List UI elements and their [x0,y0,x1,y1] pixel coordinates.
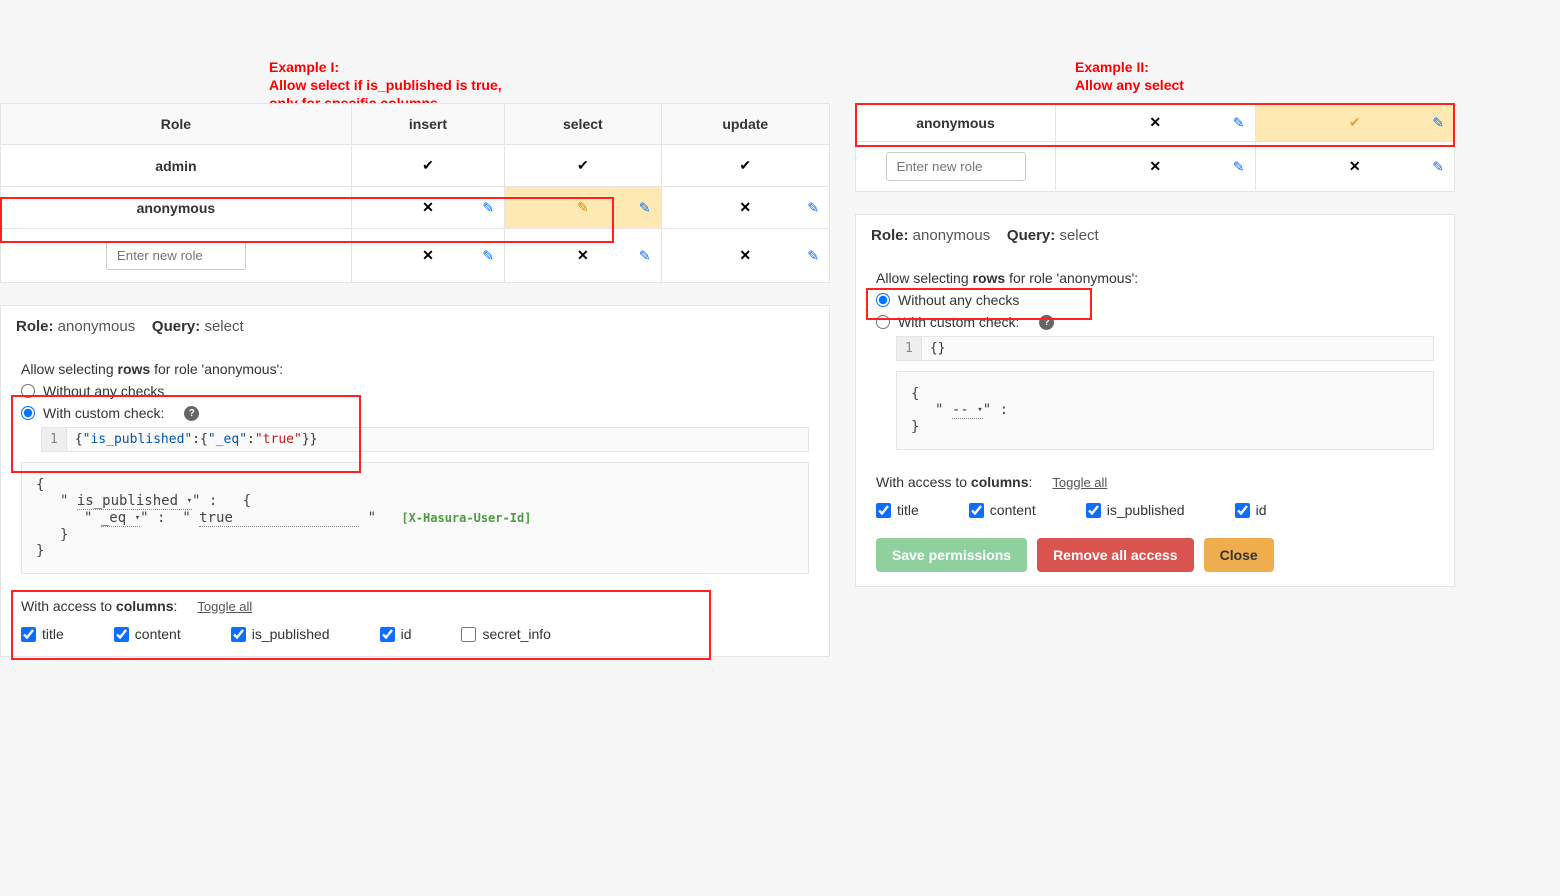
checkbox-id[interactable] [1235,503,1250,518]
permission-section: Role: anonymous Query: select Allow sele… [855,214,1455,587]
cross-icon: ✕ [739,199,751,215]
check-icon: ✔ [422,157,434,173]
perm-cell[interactable]: ✔ [661,145,829,187]
annotation-text: Example II: [1075,58,1184,76]
perm-cell[interactable]: ✔ [351,145,504,187]
checkbox-title[interactable] [876,503,891,518]
toggle-all-link[interactable]: Toggle all [1052,475,1107,490]
col-role: Role [1,104,352,145]
save-button[interactable]: Save permissions [876,538,1027,572]
pencil-icon[interactable]: ✎ [807,199,819,216]
role-admin: admin [1,145,352,187]
highlight-box [855,103,1455,147]
col-label: title [897,502,919,518]
annotation-text: Allow any select [1075,76,1184,94]
new-role-cell [856,142,1056,192]
col-update: update [661,104,829,145]
action-buttons: Save permissions Remove all access Close [876,538,1434,572]
code-content: {} [922,337,954,360]
columns-header: With access to columns: Toggle all [876,474,1434,490]
checkbox-is-published[interactable] [1086,503,1101,518]
query-builder[interactable]: { " --" : } [896,371,1434,450]
col-label: content [990,502,1036,518]
operator-dropdown[interactable]: _eq [101,510,140,527]
col-insert: insert [351,104,504,145]
highlight-box [0,197,614,243]
annotation-text: Example I: [269,58,502,76]
cross-icon: ✕ [577,247,589,263]
perm-cell[interactable]: ✕✎ [661,229,829,283]
section-header: Role: anonymous Query: select [856,215,1454,256]
check-icon: ✔ [577,157,589,173]
table-row: admin ✔ ✔ ✔ [1,145,830,187]
table-row: ✕✎ ✕✎ [856,142,1455,192]
check-icon: ✔ [739,157,751,173]
remove-button[interactable]: Remove all access [1037,538,1194,572]
perm-cell[interactable]: ✕✎ [1255,142,1455,192]
cross-icon: ✕ [1149,158,1161,174]
pencil-icon[interactable]: ✎ [482,247,494,264]
pencil-icon[interactable]: ✎ [639,247,651,264]
highlight-box [866,288,1092,320]
value-input[interactable]: true [199,510,359,527]
permission-section: Role: anonymous Query: select Allow sele… [0,305,830,657]
pencil-icon[interactable]: ✎ [807,247,819,264]
annotation-text: Allow select if is_published is true, [269,76,502,94]
columns-list: title content is_published id [876,502,1434,518]
allow-text: Allow selecting rows for role 'anonymous… [21,361,809,377]
cross-icon: ✕ [1349,158,1361,174]
field-dropdown[interactable]: -- [952,402,983,419]
new-role-input[interactable] [106,241,246,270]
pencil-icon[interactable]: ✎ [1432,158,1444,175]
allow-text: Allow selecting rows for role 'anonymous… [876,270,1434,286]
perm-cell[interactable]: ✕✎ [1056,142,1256,192]
new-role-input[interactable] [886,152,1026,181]
code-lineno: 1 [897,337,922,360]
highlight-box [11,590,711,660]
field-dropdown[interactable]: is_published [77,493,192,510]
section-header: Role: anonymous Query: select [1,306,829,347]
highlight-box [11,395,361,473]
perm-cell[interactable]: ✕✎ [661,187,829,229]
col-label: id [1256,502,1267,518]
col-label: is_published [1107,502,1185,518]
permissions-table-left: Role insert select update admin ✔ ✔ ✔ an… [0,103,830,283]
hasura-hint[interactable]: [X-Hasura-User-Id] [401,511,531,525]
json-editor[interactable]: 1 {} [896,336,1434,361]
checkbox-content[interactable] [969,503,984,518]
perm-cell[interactable]: ✔ [505,145,661,187]
cross-icon: ✕ [422,247,434,263]
pencil-icon[interactable]: ✎ [1233,158,1245,175]
close-button[interactable]: Close [1204,538,1274,572]
col-select: select [505,104,661,145]
query-builder[interactable]: { " is_published" : { " _eq" : " true " … [21,462,809,574]
pencil-icon[interactable]: ✎ [639,199,651,216]
cross-icon: ✕ [739,247,751,263]
